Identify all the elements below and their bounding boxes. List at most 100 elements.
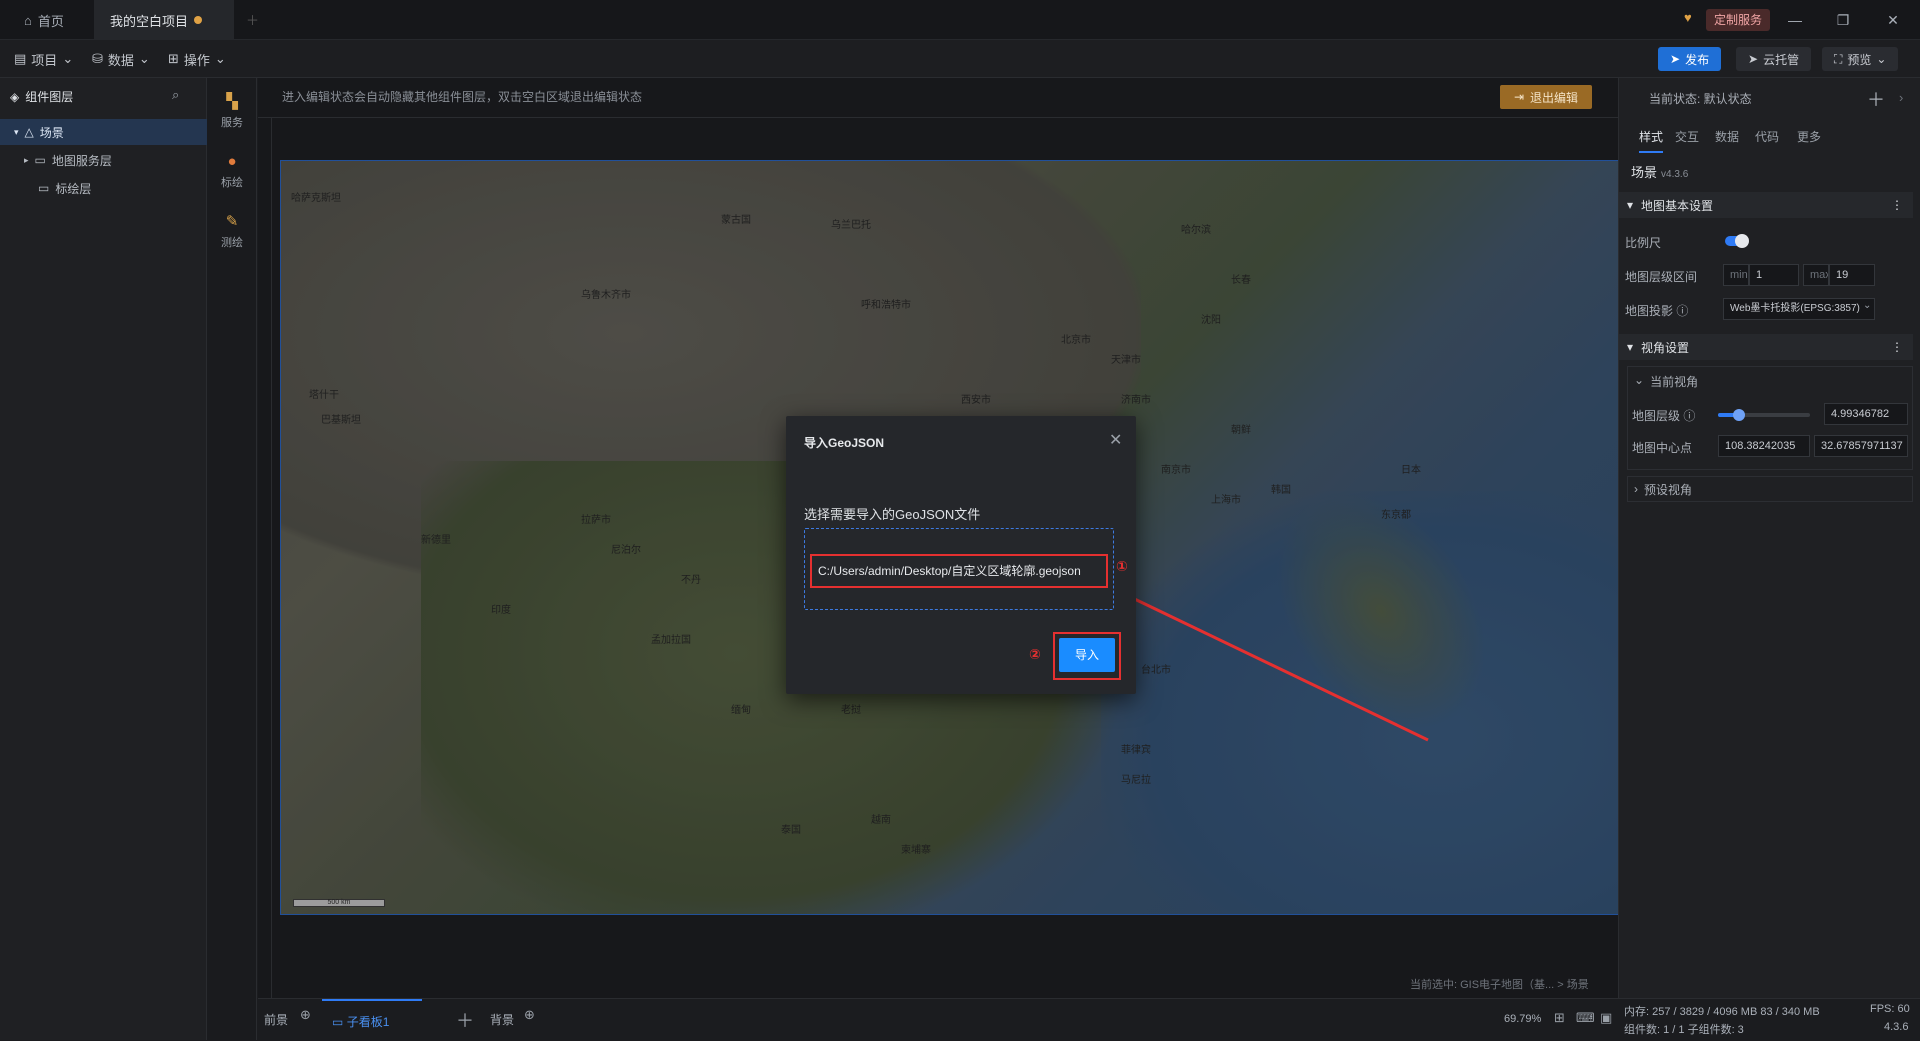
menu-operate[interactable]: ⊞ 操作 ⌄ [168, 40, 226, 78]
sidebar-item-survey[interactable]: ✎ 测绘 [207, 204, 257, 258]
projection-label-text: 地图投影 [1625, 304, 1674, 318]
dialog-prompt: 选择需要导入的GeoJSON文件 [804, 507, 981, 522]
tab-more[interactable]: 更多 [1797, 128, 1821, 145]
tab-style[interactable]: 样式 [1639, 128, 1664, 153]
grid-icon: ⊞ [168, 51, 179, 66]
section-basic-settings[interactable]: ▾ 地图基本设置 ⋮ [1619, 192, 1913, 218]
help-icon[interactable]: ⓘ [1683, 409, 1695, 423]
menu-bar: ▤ 项目 ⌄ ⛁ 数据 ⌄ ⊞ 操作 ⌄ ➤ 发布 ➤ 云托管 ⛶ 预览 ⌄ [0, 40, 1920, 78]
chevron-down-icon: ⌄ [1634, 373, 1645, 387]
import-geojson-dialog: 导入GeoJSON ✕ 选择需要导入的GeoJSON文件 C:/Users/ad… [786, 416, 1136, 694]
publish-button[interactable]: ➤ 发布 [1658, 47, 1722, 71]
projection-label: 地图投影 ⓘ [1625, 302, 1688, 319]
zoom-level-input[interactable]: 4.99346782 [1824, 403, 1908, 425]
preset-view-header[interactable]: › 预设视角 [1627, 476, 1913, 502]
chevron-down-icon: ▾ [1627, 340, 1634, 354]
help-icon[interactable]: ⓘ [1676, 304, 1688, 318]
search-icon[interactable]: ⌕ [172, 87, 179, 103]
chevron-right-icon[interactable]: › [1899, 90, 1903, 105]
zoom-max-input[interactable]: 19 [1829, 264, 1875, 286]
tab-background[interactable]: 背景 [490, 1011, 514, 1028]
property-panel: 当前状态: 默认状态 ＋ › 样式 交互 数据 代码 更多 场景 v4.3.6 … [1618, 78, 1920, 998]
layers-icon: ◈ [10, 89, 20, 104]
chevron-down-icon: ⌄ [1863, 300, 1872, 311]
preview-label: 预览 [1847, 52, 1872, 67]
add-state-icon[interactable]: ＋ [1867, 86, 1885, 112]
zoom-slider-handle[interactable] [1733, 409, 1746, 421]
send-icon: ➤ [1670, 52, 1681, 66]
map-icon: ▚ [226, 93, 238, 110]
close-icon[interactable]: ✕ [1109, 430, 1122, 450]
fit-screen-icon[interactable]: ⊞ [1554, 1010, 1565, 1026]
minimize-icon[interactable]: — [1782, 8, 1808, 32]
layer-item-scene[interactable]: ▾ △ 场景 [0, 119, 207, 145]
memory-status: 内存: 257 / 3829 / 4096 MB 83 / 340 MB [1624, 1006, 1820, 1018]
projection-value: Web墨卡托投影(EPSG:3857) [1730, 303, 1860, 314]
tab-interaction[interactable]: 交互 [1675, 128, 1699, 145]
close-window-icon[interactable]: ✕ [1880, 8, 1906, 32]
board-tab-bar: 前景 ⊕ ▭ 子看板1 ＋ 背景 ⊕ 69.79% ⊞ ⌨ ▣ [258, 998, 1618, 1040]
keyboard-icon[interactable]: ⌨ [1576, 1010, 1595, 1026]
zoom-min-prefix: min [1723, 264, 1749, 286]
layer-label: 地图服务层 [51, 153, 112, 168]
custom-service-button[interactable]: 定制服务 [1706, 9, 1771, 31]
exit-icon: ⇥ [1513, 90, 1525, 104]
tab-project-label: 我的空白项目 [110, 13, 189, 29]
add-board-icon[interactable]: ＋ [456, 1007, 474, 1033]
center-lat-input[interactable]: 32.67857971137 [1814, 435, 1908, 457]
tab-data[interactable]: 数据 [1715, 128, 1739, 145]
add-circle-icon[interactable]: ⊕ [300, 1007, 311, 1023]
section-title: 地图基本设置 [1641, 198, 1714, 213]
layer-item-map-service[interactable]: ▸ ▭ 地图服务层 [0, 147, 207, 173]
scale-label: 比例尺 [1625, 236, 1662, 250]
more-icon[interactable]: ⋮ [1891, 198, 1903, 212]
heart-icon: ♥ [1684, 10, 1692, 25]
status-bar: 内存: 257 / 3829 / 4096 MB 83 / 340 MB FPS… [1618, 998, 1920, 1040]
add-circle-icon[interactable]: ⊕ [524, 1007, 535, 1023]
current-view-title: 当前视角 [1650, 375, 1699, 389]
tab-subboard[interactable]: ▭ 子看板1 [322, 999, 422, 1041]
more-icon[interactable]: ⋮ [1891, 340, 1903, 354]
chevron-down-icon: ⌄ [138, 51, 150, 66]
zoom-level-label: 地图层级 ⓘ [1632, 407, 1695, 424]
menu-operate-label: 操作 [183, 52, 210, 68]
terminal-icon[interactable]: ▣ [1600, 1010, 1612, 1026]
chevron-down-icon: ⌄ [62, 51, 74, 66]
section-view-settings[interactable]: ▾ 视角设置 ⋮ [1619, 334, 1913, 360]
new-tab-icon[interactable]: ＋ [246, 10, 259, 29]
import-button[interactable]: 导入 [1059, 638, 1115, 672]
tab-code[interactable]: 代码 [1755, 128, 1779, 145]
sidebar-label: 服务 [221, 117, 243, 129]
scale-toggle[interactable] [1725, 234, 1749, 248]
zoom-max-prefix: max [1803, 264, 1829, 286]
step-marker-1: ① [1116, 558, 1128, 574]
projection-select[interactable]: Web墨卡托投影(EPSG:3857) [1723, 298, 1875, 320]
menu-project[interactable]: ▤ 项目 ⌄ [14, 40, 73, 78]
component-count: 组件数: 1 / 1 子组件数: 3 [1624, 1024, 1744, 1036]
file-path-field[interactable]: C:/Users/admin/Desktop/自定义区域轮廓.geojson [810, 554, 1108, 588]
current-state: 当前状态: 默认状态 [1649, 92, 1752, 106]
sidebar-item-service[interactable]: ▚ 服务 [207, 84, 257, 138]
board-icon: ▭ [332, 1015, 344, 1029]
scene-icon: △ [24, 125, 34, 139]
tab-home[interactable]: ⌂ 首页 [8, 0, 80, 40]
tab-foreground[interactable]: 前景 [264, 1011, 288, 1028]
zoom-min-input[interactable]: 1 [1749, 264, 1799, 286]
home-icon: ⌂ [24, 12, 32, 28]
zoom-slider[interactable] [1718, 409, 1810, 421]
layer-item-plot[interactable]: ▭ 标绘层 [0, 175, 207, 201]
cloud-host-button[interactable]: ➤ 云托管 [1736, 47, 1812, 71]
layer-label: 标绘层 [55, 181, 92, 196]
center-lon-input[interactable]: 108.38242035 [1718, 435, 1810, 457]
chevron-right-icon: ▸ [24, 154, 29, 165]
section-title: 视角设置 [1641, 340, 1690, 355]
zoom-percentage[interactable]: 69.79% [1504, 1013, 1541, 1025]
menu-data[interactable]: ⛁ 数据 ⌄ [92, 40, 150, 78]
sidebar-item-plot[interactable]: ● 标绘 [207, 144, 257, 198]
preview-button[interactable]: ⛶ 预览 ⌄ [1822, 47, 1899, 71]
chevron-down-icon: ⌄ [1876, 52, 1887, 66]
database-icon: ⛁ [92, 51, 103, 66]
current-view-header[interactable]: ⌄ 当前视角 [1634, 373, 1698, 390]
tab-project[interactable]: 我的空白项目 [94, 0, 234, 40]
restore-icon[interactable]: ❐ [1830, 8, 1856, 32]
